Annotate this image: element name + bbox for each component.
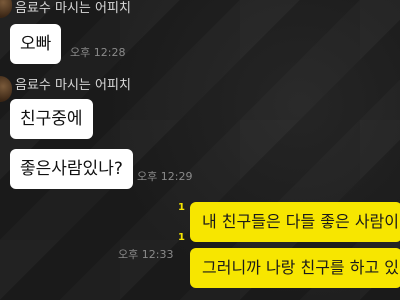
message-bubble-incoming[interactable]: 오빠 (10, 24, 62, 64)
message-bubble-incoming[interactable]: 친구중에 (10, 99, 93, 139)
message-bubble-outgoing[interactable]: 그러니까 나랑 친구를 하고 있 (190, 248, 400, 288)
unread-count: 1 (178, 232, 185, 243)
message-time: 오후 12:29 (137, 170, 193, 183)
message-bubble-incoming[interactable]: 좋은사람있나? (10, 149, 133, 189)
message-time: 오후 12:33 (118, 248, 174, 261)
unread-count: 1 (178, 202, 185, 213)
sender-name: 음료수 마시는 어피치 (15, 78, 131, 93)
sender-name: 음료수 마시는 어피치 (15, 1, 131, 16)
message-time: 오후 12:28 (70, 46, 126, 59)
message-bubble-outgoing[interactable]: 내 친구들은 다들 좋은 사람이 (190, 202, 400, 242)
